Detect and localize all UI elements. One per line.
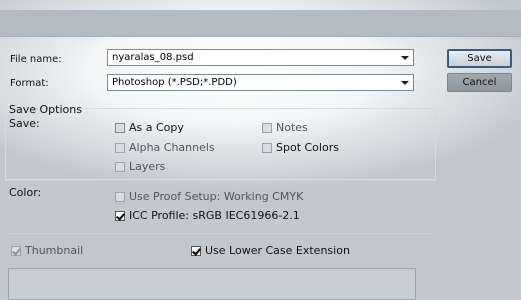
format-select[interactable]: Photoshop (*.PSD;*.PDD) (107, 74, 414, 91)
format-value: Photoshop (*.PSD;*.PDD) (112, 77, 237, 88)
save-options-group (5, 108, 436, 180)
layers-checkbox[interactable] (115, 162, 125, 172)
spot-colors-checkbox[interactable] (262, 143, 272, 153)
chevron-down-icon[interactable] (401, 56, 409, 60)
icc-profile-checkbox[interactable] (115, 211, 125, 221)
layers-label: Layers (129, 160, 166, 173)
notes-checkbox[interactable] (262, 123, 272, 133)
thumbnail-checkbox[interactable] (11, 246, 21, 256)
alpha-channels-label: Alpha Channels (129, 141, 215, 154)
format-label: Format: (10, 78, 49, 89)
file-name-input[interactable]: nyaralas_08.psd (107, 49, 414, 66)
save-button[interactable]: Save (447, 49, 512, 68)
color-label: Color: (9, 186, 42, 199)
alpha-channels-checkbox[interactable] (115, 143, 125, 153)
separator (5, 233, 436, 234)
as-a-copy-label: As a Copy (129, 121, 184, 134)
notes-label: Notes (276, 121, 308, 134)
as-a-copy-checkbox[interactable] (115, 123, 125, 133)
chevron-down-icon[interactable] (401, 81, 409, 85)
use-proof-setup-checkbox[interactable] (115, 192, 125, 202)
save-label: Save: (9, 117, 40, 130)
file-name-value: nyaralas_08.psd (112, 52, 194, 63)
icc-profile-label: ICC Profile: sRGB IEC61966-2.1 (129, 209, 300, 222)
save-options-title: Save Options (9, 103, 82, 116)
thumbnail-label: Thumbnail (25, 244, 84, 257)
lower-case-extension-label: Use Lower Case Extension (205, 244, 350, 257)
spot-colors-label: Spot Colors (276, 141, 339, 154)
cancel-button[interactable]: Cancel (447, 73, 512, 92)
dialog-titlebar (0, 10, 521, 37)
file-name-label: File name: (10, 54, 62, 65)
warning-box (8, 268, 416, 300)
lower-case-extension-checkbox[interactable] (191, 246, 201, 256)
use-proof-setup-label: Use Proof Setup: Working CMYK (129, 190, 304, 203)
separator (5, 180, 436, 181)
